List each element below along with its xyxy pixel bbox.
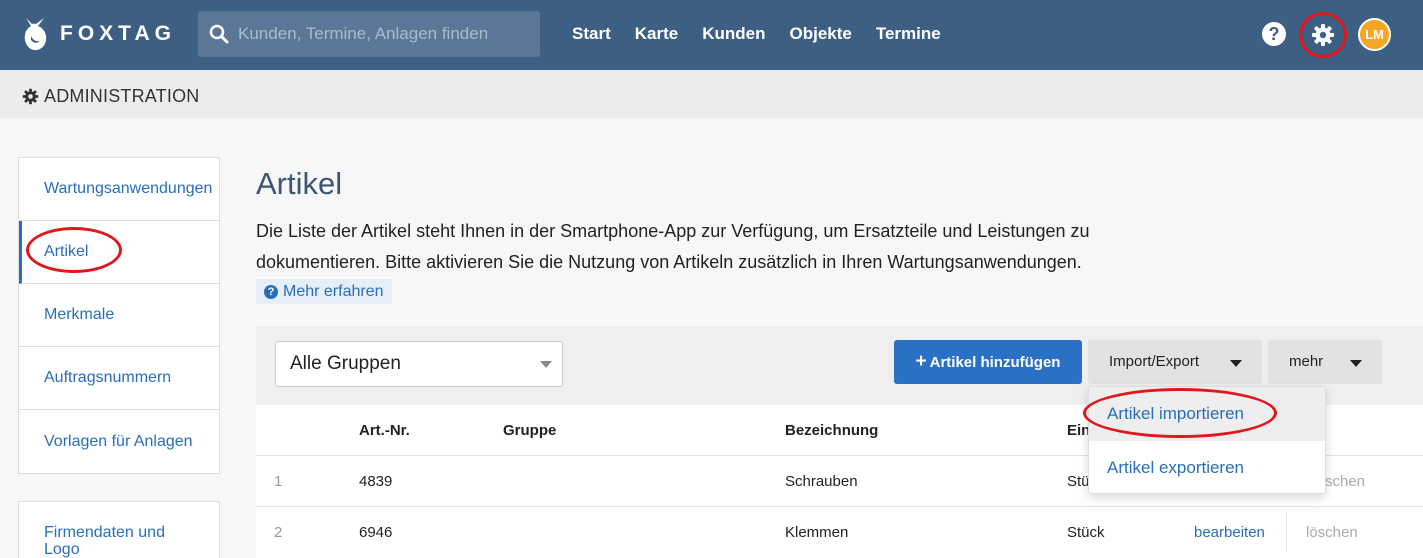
group-select[interactable]: Alle Gruppen xyxy=(275,341,563,387)
edit-link[interactable]: bearbeiten xyxy=(1194,524,1265,541)
import-export-button[interactable]: Import/Export xyxy=(1088,340,1262,384)
cell-bezeichnung: Schrauben xyxy=(785,473,858,490)
main-nav: Start Karte Kunden Objekte Termine xyxy=(572,24,965,44)
global-search xyxy=(198,11,540,57)
nav-kunden[interactable]: Kunden xyxy=(702,24,765,44)
search-input[interactable] xyxy=(238,11,533,57)
admin-title-text: ADMINISTRATION xyxy=(44,86,200,106)
row-index: 2 xyxy=(274,524,283,541)
sidebar-item-auftragsnummern[interactable]: Auftragsnummern xyxy=(19,347,219,410)
column-header-bezeichnung[interactable]: Bezeichnung xyxy=(785,422,878,439)
more-label: mehr xyxy=(1289,353,1324,370)
add-article-label: Artikel hinzufügen xyxy=(929,354,1061,371)
sidebar-item-vorlagen[interactable]: Vorlagen für Anlagen xyxy=(19,410,219,473)
page-title: Artikel xyxy=(256,166,343,201)
column-divider xyxy=(1286,512,1287,552)
nav-termine[interactable]: Termine xyxy=(876,24,941,44)
import-highlight-circle xyxy=(1083,388,1277,438)
cell-bezeichnung: Klemmen xyxy=(785,524,849,541)
caret-down-icon xyxy=(1230,360,1242,367)
sidebar-item-merkmale[interactable]: Merkmale xyxy=(19,284,219,347)
brand-name: FOXTAG xyxy=(60,22,176,45)
gear-icon xyxy=(22,88,39,105)
sidebar-menu-secondary: Firmendaten und Logo xyxy=(18,501,220,558)
sidebar-menu: Wartungsanwendungen Artikel Merkmale Auf… xyxy=(18,157,220,474)
sidebar-item-label: Firmendaten und Logo xyxy=(44,524,165,558)
cell-einheit: Stück xyxy=(1067,524,1105,541)
sidebar-item-wartungsanwendungen[interactable]: Wartungsanwendungen xyxy=(19,158,219,221)
cell-art-nr: 4839 xyxy=(359,473,393,490)
caret-down-icon xyxy=(1350,360,1362,367)
brand-logo[interactable]: FOXTAG xyxy=(22,16,176,52)
artikel-highlight-circle xyxy=(26,227,122,273)
admin-header: ADMINISTRATION xyxy=(0,70,1423,118)
question-circle-icon: ? xyxy=(264,284,278,299)
nav-start[interactable]: Start xyxy=(572,24,611,44)
group-select-value: Alle Gruppen xyxy=(290,353,401,374)
learn-more-link[interactable]: ? Mehr erfahren xyxy=(256,279,392,304)
add-article-button[interactable]: + Artikel hinzufügen xyxy=(894,340,1082,384)
user-avatar[interactable]: LM xyxy=(1358,18,1391,51)
column-header-art-nr[interactable]: Art.-Nr. xyxy=(359,422,410,439)
admin-title: ADMINISTRATION xyxy=(22,86,199,107)
table-divider xyxy=(256,506,1423,507)
nav-karte[interactable]: Karte xyxy=(635,24,678,44)
more-button[interactable]: mehr xyxy=(1268,340,1382,384)
sidebar-item-firmendaten[interactable]: Firmendaten und Logo xyxy=(19,502,219,558)
delete-link[interactable]: schen xyxy=(1325,473,1365,490)
row-index: 1 xyxy=(274,473,283,490)
search-icon xyxy=(209,24,229,44)
column-header-einheit[interactable]: Ein xyxy=(1067,422,1090,439)
chevron-down-icon xyxy=(540,361,552,368)
cell-art-nr: 6946 xyxy=(359,524,393,541)
fox-logo-icon xyxy=(24,18,47,51)
help-icon[interactable]: ? xyxy=(1262,22,1286,46)
plus-icon: + xyxy=(915,351,927,372)
learn-more-label: Mehr erfahren xyxy=(283,283,384,300)
settings-highlight-circle xyxy=(1299,12,1347,58)
page-description: Die Liste der Artikel steht Ihnen in der… xyxy=(256,221,1090,272)
delete-link[interactable]: löschen xyxy=(1306,524,1358,541)
top-navigation-bar: FOXTAG Start Karte Kunden Objekte Termin… xyxy=(0,0,1423,70)
import-export-label: Import/Export xyxy=(1109,353,1200,370)
column-header-gruppe[interactable]: Gruppe xyxy=(503,422,556,439)
menu-item-export-articles[interactable]: Artikel exportieren xyxy=(1089,441,1325,495)
nav-objekte[interactable]: Objekte xyxy=(789,24,851,44)
cell-einheit: Stü xyxy=(1067,473,1090,490)
